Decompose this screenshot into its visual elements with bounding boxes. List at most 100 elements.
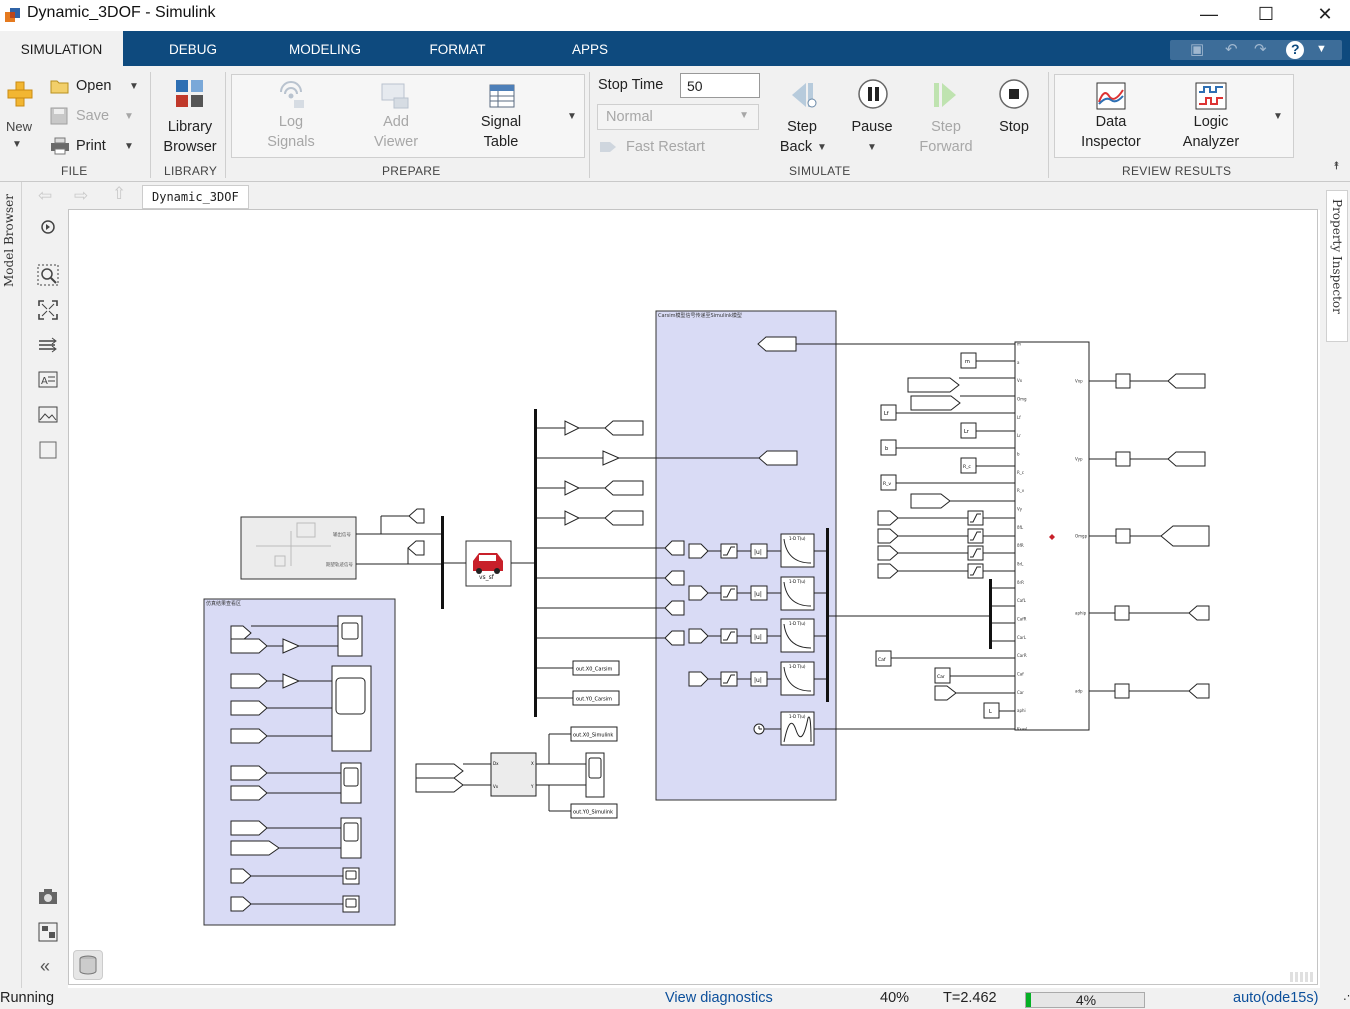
- from-block[interactable]: [230, 840, 280, 856]
- new-button[interactable]: New: [2, 119, 36, 134]
- from-block[interactable]: [230, 700, 268, 716]
- from-block[interactable]: [877, 563, 899, 579]
- gain-block[interactable]: [564, 510, 581, 526]
- goto-block[interactable]: [604, 510, 644, 526]
- undo-icon[interactable]: ↶: [1225, 40, 1238, 58]
- memory-block[interactable]: [1115, 451, 1131, 467]
- new-icon[interactable]: [5, 79, 35, 109]
- model-view-icon[interactable]: [37, 921, 59, 943]
- memory-block[interactable]: [1114, 683, 1130, 699]
- stop-icon[interactable]: [998, 78, 1030, 110]
- constant-block[interactable]: [880, 439, 897, 456]
- log-signals-label-2[interactable]: Signals: [262, 134, 320, 150]
- from-block[interactable]: [877, 510, 899, 526]
- pause-icon[interactable]: [857, 78, 889, 110]
- step-forward-icon[interactable]: [930, 80, 960, 110]
- collapse-toolbar-icon[interactable]: «: [40, 956, 50, 977]
- demux-bar[interactable]: [989, 579, 992, 649]
- prepare-gallery-expand-icon[interactable]: ▼: [567, 111, 577, 122]
- up-arrow-icon[interactable]: ⇧: [112, 184, 126, 204]
- save-button[interactable]: Save: [76, 108, 109, 124]
- from-block[interactable]: [415, 777, 464, 793]
- from-block[interactable]: [230, 728, 268, 744]
- from-block[interactable]: [230, 765, 268, 781]
- tab-apps[interactable]: APPS: [564, 31, 616, 66]
- breadcrumb[interactable]: Dynamic_3DOF: [142, 185, 249, 209]
- resize-grip-icon[interactable]: ⋰: [1343, 989, 1350, 1002]
- logic-analyzer-icon[interactable]: [1195, 82, 1227, 110]
- model-data-button[interactable]: [73, 950, 103, 980]
- reference-subsystem-block[interactable]: [240, 516, 357, 580]
- memory-block[interactable]: [1115, 528, 1131, 544]
- print-dropdown-icon[interactable]: ▼: [124, 141, 134, 152]
- signal-table-label-1[interactable]: Signal: [470, 114, 532, 130]
- step-forward-label-1[interactable]: Step: [916, 119, 976, 135]
- close-button[interactable]: ✕: [1296, 0, 1350, 28]
- image-icon[interactable]: [37, 404, 59, 426]
- from-block[interactable]: [877, 545, 899, 561]
- stop-time-input[interactable]: 50: [680, 73, 760, 98]
- save-dropdown-icon[interactable]: ▼: [124, 111, 134, 122]
- save-icon[interactable]: [50, 107, 68, 125]
- tab-modeling[interactable]: MODELING: [280, 31, 370, 66]
- open-button[interactable]: Open: [76, 78, 111, 94]
- gain-block[interactable]: [564, 420, 581, 436]
- review-gallery-expand-icon[interactable]: ▼: [1273, 111, 1283, 122]
- resize-grip[interactable]: [1290, 972, 1314, 982]
- arrange-signals-icon[interactable]: [37, 334, 59, 356]
- collapse-ribbon-icon[interactable]: ⯭: [1333, 160, 1340, 173]
- fast-restart-button[interactable]: Fast Restart: [626, 139, 705, 155]
- tab-simulation[interactable]: SIMULATION: [0, 31, 123, 66]
- data-inspector-label-2[interactable]: Inspector: [1075, 134, 1147, 150]
- memory-block[interactable]: [1114, 605, 1130, 621]
- data-inspector-label-1[interactable]: Data: [1075, 114, 1147, 130]
- goto-block[interactable]: [1160, 525, 1210, 547]
- model-browser-tab[interactable]: Model Browser: [2, 194, 16, 287]
- goto-block[interactable]: [408, 508, 425, 524]
- goto-block[interactable]: [604, 480, 644, 496]
- open-folder-icon[interactable]: [50, 78, 70, 95]
- view-diagnostics-link[interactable]: View diagnostics: [665, 990, 773, 1006]
- from-block[interactable]: [230, 638, 268, 654]
- library-browser-label-2[interactable]: Browser: [160, 139, 220, 155]
- from-block[interactable]: [415, 763, 464, 779]
- save-icon[interactable]: ▣: [1190, 40, 1204, 58]
- chevron-down-icon[interactable]: ▼: [1316, 43, 1327, 55]
- tab-debug[interactable]: DEBUG: [158, 31, 228, 66]
- redo-icon[interactable]: ↷: [1254, 40, 1267, 58]
- add-viewer-label-1[interactable]: Add: [366, 114, 426, 130]
- memory-block[interactable]: [1115, 373, 1131, 389]
- goto-block[interactable]: [1167, 373, 1206, 389]
- gain-block[interactable]: [564, 480, 581, 496]
- add-viewer-label-2[interactable]: Viewer: [366, 134, 426, 150]
- data-inspector-icon[interactable]: [1096, 82, 1126, 110]
- step-back-dropdown-icon[interactable]: ▼: [817, 142, 827, 153]
- from-block[interactable]: [877, 528, 899, 544]
- library-browser-icon[interactable]: [174, 78, 206, 110]
- goto-block[interactable]: [604, 420, 644, 436]
- gain-block[interactable]: [602, 450, 621, 466]
- goto-block[interactable]: [1167, 451, 1206, 467]
- add-viewer-icon[interactable]: [380, 82, 412, 112]
- maximize-button[interactable]: ☐: [1237, 0, 1295, 28]
- open-dropdown-icon[interactable]: ▼: [129, 81, 139, 92]
- minimize-button[interactable]: —: [1180, 0, 1238, 28]
- solver-link[interactable]: auto(ode15s): [1233, 990, 1318, 1006]
- log-signals-icon[interactable]: [275, 80, 307, 110]
- zoom-in-icon[interactable]: [37, 264, 59, 286]
- stop-button[interactable]: Stop: [992, 119, 1036, 135]
- forward-arrow-icon[interactable]: ⇨: [74, 186, 88, 206]
- fast-restart-icon[interactable]: [598, 140, 618, 154]
- pause-dropdown-icon[interactable]: ▼: [867, 142, 877, 153]
- demux-bar[interactable]: [534, 409, 537, 717]
- area-icon[interactable]: [37, 439, 59, 461]
- step-back-label-1[interactable]: Step: [776, 119, 828, 135]
- library-browser-label-1[interactable]: Library: [160, 119, 220, 135]
- from-block[interactable]: [757, 336, 797, 352]
- back-arrow-icon[interactable]: ⇦: [38, 186, 52, 206]
- print-button[interactable]: Print: [76, 138, 106, 154]
- goto-block[interactable]: [407, 540, 425, 556]
- mux-bar[interactable]: [441, 516, 444, 609]
- logic-analyzer-label-1[interactable]: Logic: [1175, 114, 1247, 130]
- log-signals-label-1[interactable]: Log: [262, 114, 320, 130]
